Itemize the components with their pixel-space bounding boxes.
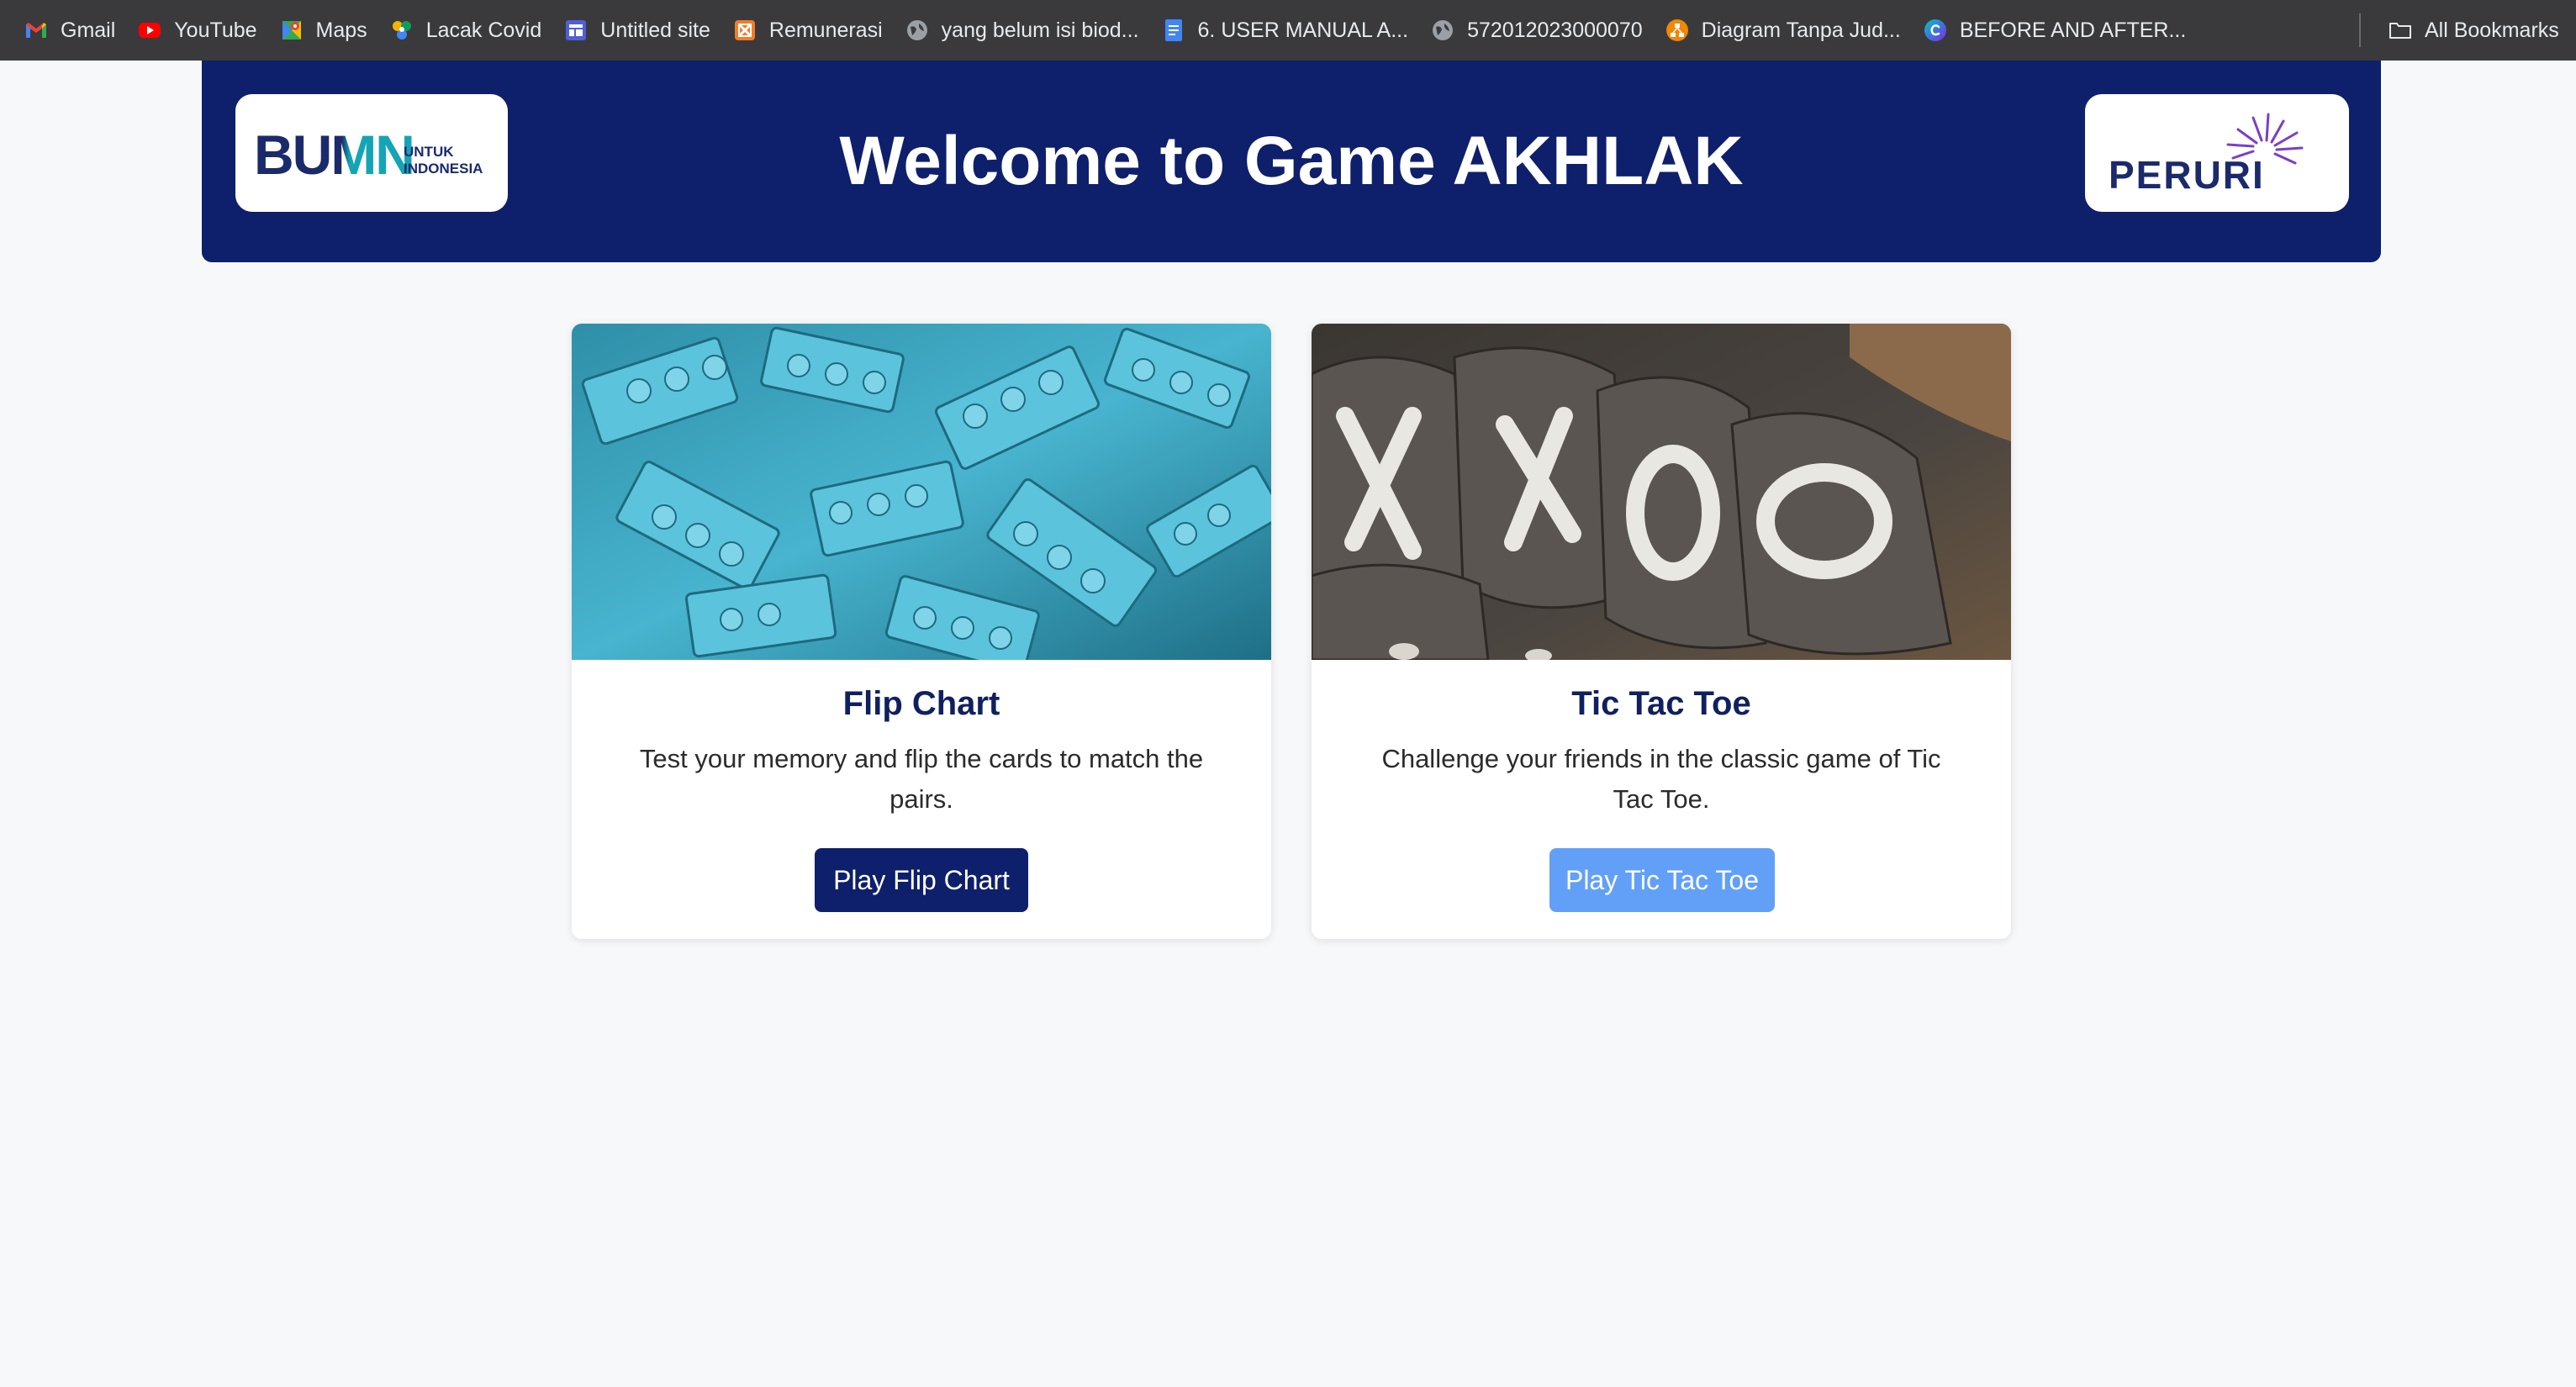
bookmark-label: 6. USER MANUAL A...: [1197, 18, 1409, 42]
tic-tac-toe-bean-bags-image: [1312, 324, 2011, 660]
header-banner: BUMN UNTUK INDONESIA Welcome to Game AKH…: [202, 61, 2381, 262]
bookmarks-bar: Gmail YouTube Maps Lacak Covid Untitled …: [0, 0, 2576, 61]
game-title: Flip Chart: [842, 685, 1000, 722]
svg-text:UNTUK: UNTUK: [404, 144, 454, 160]
bookmark-label: Gmail: [61, 18, 116, 42]
svg-text:INDONESIA: INDONESIA: [404, 161, 483, 177]
game-description: Challenge your friends in the classic ga…: [1381, 744, 1941, 814]
bookmarks-divider: [2359, 13, 2361, 47]
svg-text:BUMN: BUMN: [254, 124, 414, 186]
lacak-covid-icon: [392, 21, 411, 40]
blue-lego-bricks-image: [572, 324, 1271, 660]
google-docs-icon: [1164, 19, 1182, 41]
peruri-logo: PERURI: [2109, 113, 2304, 197]
bookmark-label: 572012023000070: [1467, 18, 1643, 42]
maps-icon: [282, 21, 301, 40]
bookmark-before-and-after[interactable]: BEFORE AND AFTER...: [1916, 8, 2193, 52]
drawio-icon: [1665, 19, 1688, 41]
bookmark-user-manual[interactable]: 6. USER MANUAL A...: [1154, 8, 1416, 52]
bookmark-lacak-covid[interactable]: Lacak Covid: [383, 8, 549, 52]
page-title: Welcome to Game AKHLAK: [839, 123, 1744, 199]
bookmark-youtube[interactable]: YouTube: [130, 8, 263, 52]
canva-icon: [1924, 19, 1946, 41]
play-tic-tac-toe-button[interactable]: Play Tic Tac Toe: [1549, 848, 1775, 912]
bookmark-untitled-site[interactable]: Untitled site: [557, 8, 717, 52]
bookmark-label: Untitled site: [600, 18, 710, 42]
game-title: Tic Tac Toe: [1571, 685, 1751, 722]
gmail-icon: [26, 23, 46, 38]
remunerasi-icon: [734, 20, 755, 40]
svg-text:PERURI: PERURI: [2109, 153, 2265, 197]
bookmark-label: Diagram Tanpa Jud...: [1701, 18, 1901, 42]
bookmark-label: YouTube: [174, 18, 257, 42]
bookmark-gmail[interactable]: Gmail: [17, 8, 122, 52]
bookmark-label: Remunerasi: [768, 18, 883, 42]
bumn-logo-card: BUMN UNTUK INDONESIA: [235, 94, 508, 212]
bookmark-diagram-tanpa-judul[interactable]: Diagram Tanpa Jud...: [1658, 8, 1908, 52]
bookmark-label: Maps: [315, 18, 367, 42]
all-bookmarks-button[interactable]: All Bookmarks: [2388, 8, 2559, 52]
bookmark-572012023000070[interactable]: 572012023000070: [1423, 8, 1650, 52]
game-card-tic-tac-toe: Tic Tac Toe Challenge your friends in th…: [1312, 324, 2011, 939]
play-flip-chart-button[interactable]: Play Flip Chart: [815, 848, 1028, 912]
bookmark-label: BEFORE AND AFTER...: [1959, 18, 2187, 42]
bookmark-remunerasi[interactable]: Remunerasi: [726, 8, 889, 52]
bumn-untuk-indonesia-logo: BUMN UNTUK INDONESIA: [254, 124, 483, 186]
peruri-logo-card: PERURI: [2085, 94, 2349, 212]
google-sites-icon: [566, 20, 587, 40]
folder-icon: [2389, 23, 2411, 39]
all-bookmarks-label: All Bookmarks: [2425, 18, 2559, 42]
bookmark-label: yang belum isi biod...: [941, 18, 1139, 42]
globe-icon: [1433, 20, 1454, 40]
bookmark-maps[interactable]: Maps: [272, 8, 374, 52]
game-card-flip-chart: Flip Chart Test your memory and flip the…: [572, 324, 1271, 939]
youtube-icon: [139, 23, 161, 38]
bookmark-label: Lacak Covid: [425, 18, 542, 42]
bookmark-yang-belum-isi[interactable]: yang belum isi biod...: [898, 8, 1146, 52]
game-description: Test your memory and flip the cards to m…: [639, 744, 1204, 814]
globe-icon: [906, 20, 927, 40]
